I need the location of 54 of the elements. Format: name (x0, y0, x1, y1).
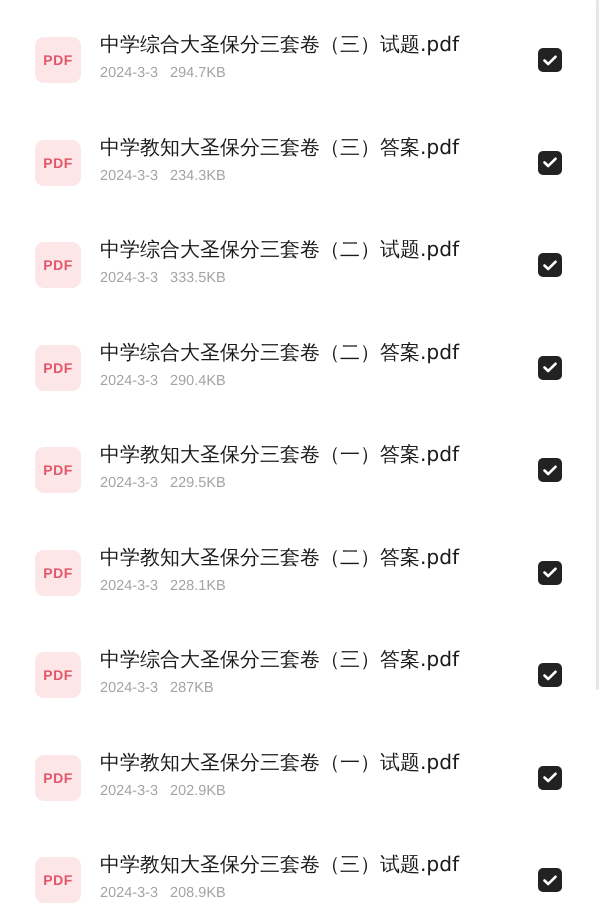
checkbox[interactable] (538, 356, 562, 380)
file-date: 2024-3-3 (100, 166, 158, 186)
pdf-file-icon: PDF (35, 754, 81, 801)
checkbox[interactable] (538, 253, 562, 278)
file-name: 中学教知大圣保分三套卷（一）答案.pdf (100, 441, 460, 468)
file-name: 中学综合大圣保分三套卷（二）试题.pdf (100, 236, 460, 262)
pdf-file-icon: PDF (35, 37, 81, 84)
checkbox[interactable] (538, 868, 562, 892)
checkmark-icon (543, 772, 557, 784)
checkmark-icon (543, 157, 557, 168)
file-date: 2024-3-3 (100, 64, 158, 84)
file-date: 2024-3-3 (100, 679, 158, 698)
pdf-file-icon: PDF (35, 447, 81, 494)
checkbox[interactable] (538, 766, 562, 790)
file-size: 228.1KB (170, 576, 226, 596)
file-size: 333.5KB (170, 269, 226, 288)
file-name: 中学教知大圣保分三套卷（二）答案.pdf (100, 544, 460, 570)
checkmark-icon (543, 874, 557, 886)
pdf-file-icon: PDF (35, 140, 81, 186)
file-name: 中学教知大圣保分三套卷（一）试题.pdf (100, 748, 460, 775)
checkmark-icon (543, 260, 557, 271)
checkbox[interactable] (538, 663, 562, 688)
file-size: 294.7KB (170, 64, 226, 84)
pdf-file-icon: PDF (35, 550, 81, 596)
file-size: 234.3KB (170, 166, 226, 186)
checkmark-icon (543, 567, 557, 578)
file-size: 287KB (170, 679, 214, 698)
file-date: 2024-3-3 (100, 269, 158, 288)
file-name: 中学综合大圣保分三套卷（二）答案.pdf (100, 338, 460, 365)
pdf-file-icon: PDF (35, 857, 81, 904)
file-name: 中学综合大圣保分三套卷（三）试题.pdf (100, 31, 460, 58)
checkmark-icon (543, 670, 557, 681)
file-date: 2024-3-3 (100, 576, 158, 596)
file-date: 2024-3-3 (100, 782, 158, 801)
file-date: 2024-3-3 (100, 884, 158, 904)
checkmark-icon (543, 54, 557, 66)
file-date: 2024-3-3 (100, 474, 158, 494)
file-size: 208.9KB (170, 884, 226, 904)
file-name: 中学综合大圣保分三套卷（三）答案.pdf (100, 646, 460, 672)
checkmark-icon (543, 464, 557, 476)
checkbox[interactable] (538, 48, 562, 72)
checkbox[interactable] (538, 150, 562, 175)
file-name: 中学教知大圣保分三套卷（三）试题.pdf (100, 851, 460, 878)
file-size: 229.5KB (170, 474, 226, 494)
file-size: 202.9KB (170, 782, 226, 801)
file-name: 中学教知大圣保分三套卷（三）答案.pdf (100, 134, 460, 160)
file-date: 2024-3-3 (100, 372, 158, 391)
checkmark-icon (543, 362, 557, 374)
checkbox[interactable] (538, 560, 562, 585)
file-size: 290.4KB (170, 372, 226, 391)
pdf-file-icon: PDF (35, 344, 81, 391)
pdf-file-icon: PDF (35, 242, 81, 288)
checkbox[interactable] (538, 458, 562, 482)
pdf-file-icon: PDF (35, 652, 81, 698)
